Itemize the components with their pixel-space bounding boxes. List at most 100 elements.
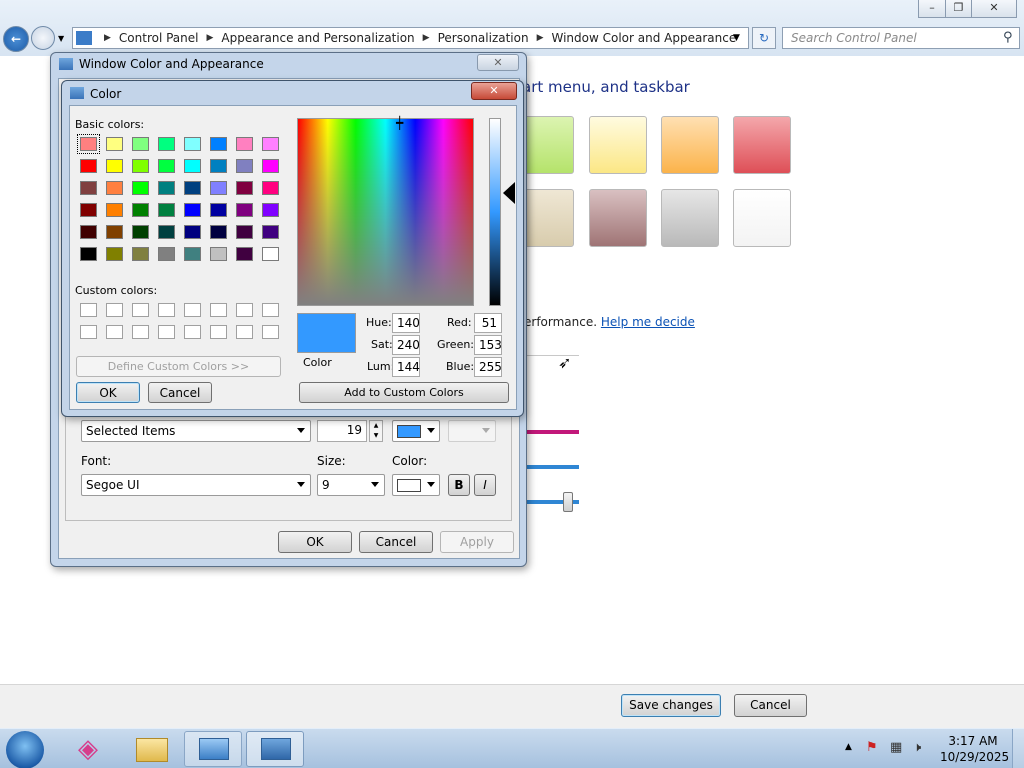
- hue-input[interactable]: 140: [392, 313, 420, 333]
- luminosity-slider[interactable]: [489, 118, 501, 306]
- custom-color-swatch[interactable]: [106, 303, 123, 317]
- show-hidden-icons-icon[interactable]: ▲: [845, 742, 852, 752]
- wca-cancel-button[interactable]: Cancel: [359, 531, 433, 553]
- color-spectrum[interactable]: [297, 118, 474, 306]
- intensity-slider-thumb[interactable]: [563, 492, 573, 512]
- basic-color-swatch[interactable]: [132, 203, 149, 217]
- basic-color-swatch[interactable]: [236, 181, 253, 195]
- custom-color-swatch[interactable]: [158, 325, 175, 339]
- basic-color-swatch[interactable]: [210, 225, 227, 239]
- address-bar[interactable]: ▶ Control Panel ▶ Appearance and Persona…: [72, 27, 749, 49]
- wca-ok-button[interactable]: OK: [278, 531, 352, 553]
- start-button[interactable]: [6, 731, 44, 768]
- pinned-app-icon[interactable]: ◈: [59, 731, 117, 767]
- basic-color-swatch[interactable]: [262, 225, 279, 239]
- basic-color-swatch[interactable]: [184, 181, 201, 195]
- color-dialog-taskbar-icon[interactable]: [246, 731, 304, 767]
- color-cancel-button[interactable]: Cancel: [148, 382, 212, 403]
- font-size-combo[interactable]: 9: [317, 474, 385, 496]
- swatch-brown[interactable]: [589, 189, 647, 247]
- basic-color-swatch[interactable]: [236, 159, 253, 173]
- custom-color-swatch[interactable]: [132, 303, 149, 317]
- basic-color-swatch[interactable]: [80, 247, 97, 261]
- item-size-spinner[interactable]: ▲ ▼: [369, 420, 383, 442]
- basic-color-swatch[interactable]: [184, 137, 201, 151]
- basic-color-swatch[interactable]: [184, 159, 201, 173]
- basic-color-swatch[interactable]: [106, 225, 123, 239]
- custom-color-swatch[interactable]: [184, 303, 201, 317]
- basic-color-swatch[interactable]: [184, 203, 201, 217]
- basic-color-swatch[interactable]: [132, 225, 149, 239]
- page-cancel-button[interactable]: Cancel: [734, 694, 807, 717]
- swatch-red[interactable]: [733, 116, 791, 174]
- swatch-white[interactable]: [733, 189, 791, 247]
- volume-icon[interactable]: 🕨: [913, 740, 921, 755]
- red-input[interactable]: 51: [474, 313, 502, 333]
- custom-color-swatch[interactable]: [80, 325, 97, 339]
- breadcrumb-personalization[interactable]: Personalization: [438, 31, 529, 45]
- custom-color-swatch[interactable]: [210, 325, 227, 339]
- clock[interactable]: 3:17 AM 10/29/2025: [940, 733, 1009, 765]
- color-ok-button[interactable]: OK: [76, 382, 140, 403]
- font-color-button[interactable]: [392, 474, 440, 496]
- custom-color-swatch[interactable]: [210, 303, 227, 317]
- basic-color-swatch[interactable]: [262, 159, 279, 173]
- search-input[interactable]: Search Control Panel: [782, 27, 1020, 49]
- lum-input[interactable]: 144: [392, 357, 420, 377]
- font-combo[interactable]: Segoe UI: [81, 474, 311, 496]
- custom-color-swatch[interactable]: [184, 325, 201, 339]
- breadcrumb-control-panel[interactable]: Control Panel: [119, 31, 199, 45]
- breadcrumb-window-color[interactable]: Window Color and Appearance: [552, 31, 737, 45]
- basic-color-swatch[interactable]: [262, 203, 279, 217]
- custom-color-swatch[interactable]: [262, 303, 279, 317]
- basic-color-swatch[interactable]: [210, 247, 227, 261]
- basic-color-swatch[interactable]: [106, 203, 123, 217]
- custom-color-swatch[interactable]: [132, 325, 149, 339]
- basic-color-swatch[interactable]: [158, 159, 175, 173]
- breadcrumb-appearance[interactable]: Appearance and Personalization: [221, 31, 414, 45]
- basic-color-swatch[interactable]: [236, 247, 253, 261]
- blue-input[interactable]: 255: [474, 357, 502, 377]
- basic-color-swatch[interactable]: [158, 225, 175, 239]
- search-icon[interactable]: ⚲: [1003, 30, 1013, 45]
- custom-color-swatch[interactable]: [236, 303, 253, 317]
- basic-color-swatch[interactable]: [106, 137, 123, 151]
- basic-color-swatch[interactable]: [210, 159, 227, 173]
- basic-color-swatch[interactable]: [132, 247, 149, 261]
- basic-color-swatch[interactable]: [158, 181, 175, 195]
- sat-input[interactable]: 240: [392, 335, 420, 355]
- basic-color-swatch[interactable]: [80, 225, 97, 239]
- item-color1-button[interactable]: [392, 420, 440, 442]
- add-to-custom-colors-button[interactable]: Add to Custom Colors: [299, 382, 509, 403]
- close-window-button[interactable]: ✕: [971, 0, 1017, 18]
- swatch-gray[interactable]: [661, 189, 719, 247]
- color-dialog-close-button[interactable]: ✕: [471, 82, 517, 100]
- basic-color-swatch[interactable]: [210, 203, 227, 217]
- back-button[interactable]: ←: [3, 26, 29, 52]
- basic-color-swatch[interactable]: [77, 134, 100, 154]
- basic-color-swatch[interactable]: [210, 137, 227, 151]
- basic-color-swatch[interactable]: [132, 159, 149, 173]
- custom-color-swatch[interactable]: [262, 325, 279, 339]
- swatch-yellow[interactable]: [589, 116, 647, 174]
- wca-close-button[interactable]: ✕: [477, 54, 519, 71]
- bold-button[interactable]: B: [448, 474, 470, 496]
- recent-pages-chevron-icon[interactable]: ▼: [58, 34, 64, 43]
- basic-color-swatch[interactable]: [236, 203, 253, 217]
- basic-color-swatch[interactable]: [210, 181, 227, 195]
- basic-color-swatch[interactable]: [106, 247, 123, 261]
- basic-color-swatch[interactable]: [106, 181, 123, 195]
- basic-color-swatch[interactable]: [158, 137, 175, 151]
- basic-color-swatch[interactable]: [80, 159, 97, 173]
- show-desktop-button[interactable]: [1012, 729, 1024, 768]
- file-explorer-taskbar-icon[interactable]: [122, 731, 180, 767]
- custom-color-swatch[interactable]: [158, 303, 175, 317]
- basic-color-swatch[interactable]: [80, 203, 97, 217]
- swatch-orange[interactable]: [661, 116, 719, 174]
- basic-color-swatch[interactable]: [106, 159, 123, 173]
- custom-color-swatch[interactable]: [80, 303, 97, 317]
- save-changes-button[interactable]: Save changes: [621, 694, 721, 717]
- basic-color-swatch[interactable]: [132, 137, 149, 151]
- custom-color-swatch[interactable]: [236, 325, 253, 339]
- item-size-input[interactable]: 19: [317, 420, 367, 442]
